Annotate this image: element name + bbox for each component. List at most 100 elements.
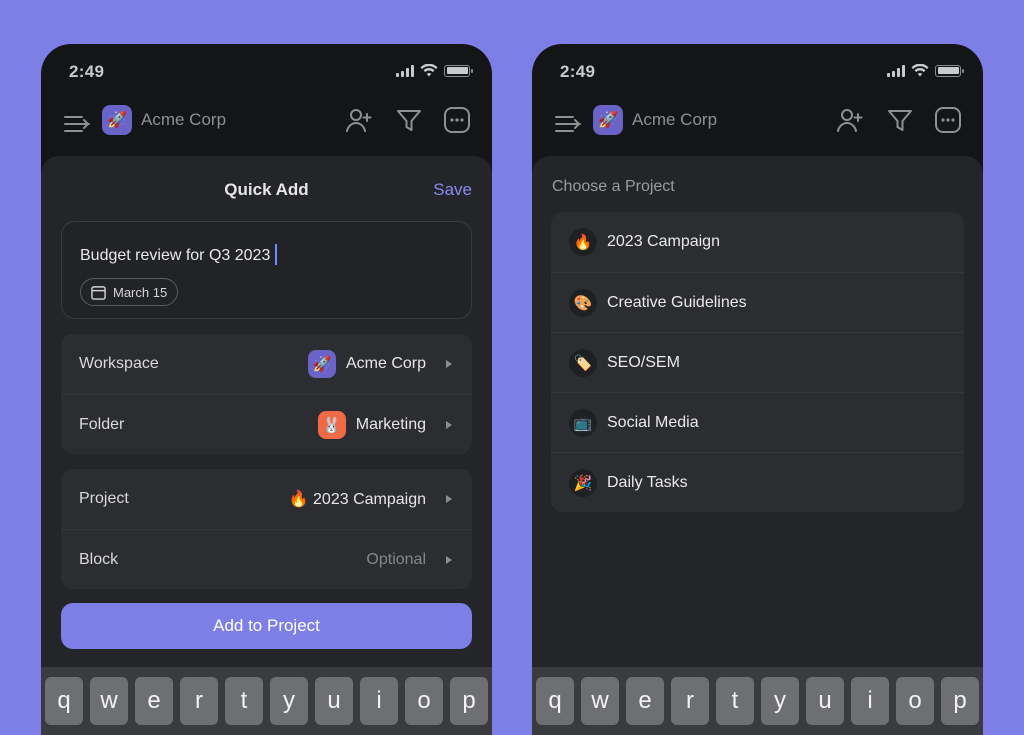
- due-date-chip[interactable]: March 15: [80, 278, 179, 306]
- sheet-title: Quick Add: [224, 180, 309, 199]
- project-name: Daily Tasks: [607, 473, 688, 491]
- keyboard: q w e r t y u i o p: [41, 667, 492, 735]
- signal-icon: [887, 64, 905, 77]
- block-value: Optional: [366, 551, 426, 568]
- key-w[interactable]: w: [581, 677, 619, 725]
- filter-icon[interactable]: [395, 106, 423, 134]
- app-header: 🚀 Acme Corp: [532, 104, 983, 144]
- chevron-right-icon: [446, 421, 452, 429]
- folder-value: 🐰 Marketing: [317, 395, 426, 455]
- project-group: Project 🔥 2023 Campaign Block Optional: [61, 469, 472, 589]
- project-item[interactable]: 📺 Social Media: [551, 392, 964, 452]
- status-icons: [887, 64, 964, 77]
- filter-icon[interactable]: [886, 106, 914, 134]
- project-name: 2023 Campaign: [607, 233, 720, 250]
- project-name: Social Media: [607, 413, 699, 431]
- text-caret: [275, 244, 278, 265]
- key-r[interactable]: r: [671, 677, 709, 725]
- save-button[interactable]: Save: [433, 180, 472, 200]
- add-user-icon[interactable]: [345, 106, 373, 134]
- project-item[interactable]: 🔥 2023 Campaign: [551, 212, 964, 272]
- menu-icon[interactable]: [554, 110, 582, 138]
- location-group: Workspace 🚀 Acme Corp Folder 🐰 Marketing: [61, 334, 472, 454]
- folder-value-text: Marketing: [355, 416, 426, 433]
- workspace-value: 🚀 Acme Corp: [307, 334, 426, 394]
- keyboard-row: q w e r t y u i o p: [45, 677, 488, 725]
- project-value: 🔥 2023 Campaign: [288, 491, 426, 508]
- due-date-label: March 15: [113, 284, 168, 300]
- calendar-icon: [91, 285, 106, 300]
- project-item[interactable]: 🎨 Creative Guidelines: [551, 272, 964, 332]
- keyboard-row: q w e r t y u i o p: [536, 677, 979, 725]
- key-p[interactable]: p: [941, 677, 979, 725]
- workspace-name[interactable]: Acme Corp: [141, 110, 226, 130]
- status-icons: [396, 64, 473, 77]
- key-q[interactable]: q: [536, 677, 574, 725]
- chevron-right-icon: [446, 495, 452, 503]
- workspace-name[interactable]: Acme Corp: [632, 110, 717, 130]
- block-row[interactable]: Block Optional: [61, 529, 472, 589]
- key-p[interactable]: p: [450, 677, 488, 725]
- project-item[interactable]: 🎉 Daily Tasks: [551, 452, 964, 512]
- task-input-card[interactable]: Budget review for Q3 2023 March 15: [61, 221, 472, 319]
- task-input[interactable]: Budget review for Q3 2023: [80, 244, 278, 265]
- phone-quick-add: 2:49 🚀 Acme Corp Quick Add Save Budget r…: [41, 44, 492, 735]
- tag-icon: 🏷️: [569, 348, 597, 377]
- project-picker-sheet: Choose a Project 🔥 2023 Campaign 🎨 Creat…: [532, 156, 983, 735]
- task-text: Budget review for Q3 2023: [80, 247, 271, 264]
- chevron-right-icon: [446, 360, 452, 368]
- status-time: 2:49: [69, 62, 105, 81]
- key-o[interactable]: o: [896, 677, 934, 725]
- key-q[interactable]: q: [45, 677, 83, 725]
- key-t[interactable]: t: [716, 677, 754, 725]
- key-o[interactable]: o: [405, 677, 443, 725]
- keyboard: q w e r t y u i o p: [532, 667, 983, 735]
- app-header: 🚀 Acme Corp: [41, 104, 492, 144]
- add-to-project-button[interactable]: Add to Project: [61, 603, 472, 649]
- battery-icon: [444, 64, 473, 77]
- key-t[interactable]: t: [225, 677, 263, 725]
- key-u[interactable]: u: [806, 677, 844, 725]
- project-item[interactable]: 🏷️ SEO/SEM: [551, 332, 964, 392]
- project-row[interactable]: Project 🔥 2023 Campaign: [61, 469, 472, 529]
- workspace-label: Workspace: [79, 355, 159, 372]
- fire-icon: 🔥: [569, 228, 597, 256]
- palette-icon: 🎨: [569, 288, 597, 317]
- menu-icon[interactable]: [63, 110, 91, 138]
- key-u[interactable]: u: [315, 677, 353, 725]
- folder-row[interactable]: Folder 🐰 Marketing: [61, 394, 472, 454]
- workspace-avatar[interactable]: 🚀: [102, 105, 132, 135]
- more-icon[interactable]: [934, 106, 962, 134]
- key-e[interactable]: e: [626, 677, 664, 725]
- key-y[interactable]: y: [270, 677, 308, 725]
- folder-label: Folder: [79, 415, 125, 433]
- key-i[interactable]: i: [851, 677, 889, 725]
- more-icon[interactable]: [443, 106, 471, 134]
- project-list: 🔥 2023 Campaign 🎨 Creative Guidelines 🏷️…: [551, 212, 964, 512]
- key-r[interactable]: r: [180, 677, 218, 725]
- wifi-icon: [420, 64, 438, 77]
- key-e[interactable]: e: [135, 677, 173, 725]
- rabbit-icon: 🐰: [317, 411, 346, 439]
- rocket-icon: 🚀: [307, 350, 336, 378]
- workspace-value-text: Acme Corp: [345, 355, 426, 372]
- block-label: Block: [79, 550, 119, 568]
- chevron-right-icon: [446, 556, 452, 564]
- key-w[interactable]: w: [90, 677, 128, 725]
- key-y[interactable]: y: [761, 677, 799, 725]
- party-popper-icon: 🎉: [569, 468, 597, 497]
- project-name: Creative Guidelines: [607, 293, 747, 311]
- project-name: SEO/SEM: [607, 353, 680, 371]
- picker-title: Choose a Project: [552, 178, 675, 195]
- quick-add-sheet: Quick Add Save Budget review for Q3 2023…: [41, 156, 492, 735]
- add-user-icon[interactable]: [836, 106, 864, 134]
- wifi-icon: [911, 64, 929, 77]
- status-time: 2:49: [560, 62, 596, 81]
- key-i[interactable]: i: [360, 677, 398, 725]
- signal-icon: [396, 64, 414, 77]
- battery-icon: [935, 64, 964, 77]
- workspace-avatar[interactable]: 🚀: [593, 105, 623, 135]
- tv-icon: 📺: [569, 408, 597, 437]
- phone-project-picker: 2:49 🚀 Acme Corp Choose a Project 🔥 2023…: [532, 44, 983, 735]
- workspace-row[interactable]: Workspace 🚀 Acme Corp: [61, 334, 472, 394]
